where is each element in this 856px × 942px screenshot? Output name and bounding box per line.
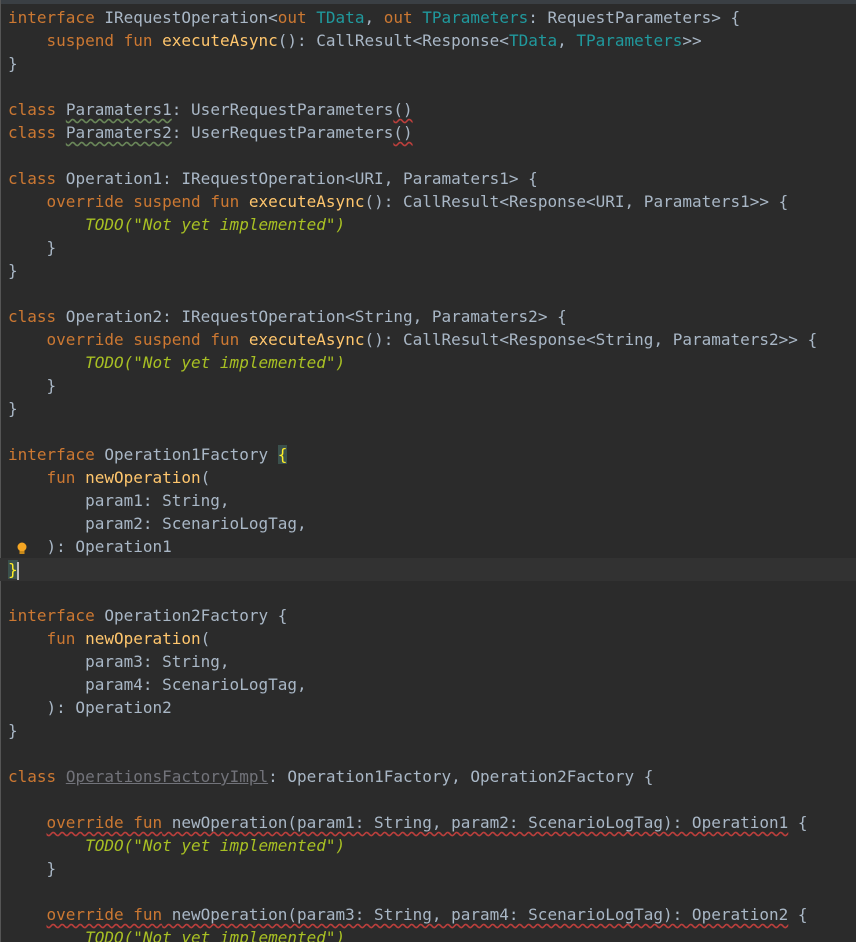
code-line[interactable]: param1: String,: [8, 489, 856, 512]
editor-top-strip: [0, 0, 856, 4]
code-line[interactable]: }: [8, 397, 856, 420]
code-line[interactable]: }: [8, 719, 856, 742]
code-line[interactable]: param2: ScenarioLogTag,: [8, 512, 856, 535]
text-caret: [17, 562, 19, 580]
code-line[interactable]: class Operation1: IRequestOperation<URI,…: [8, 167, 856, 190]
code-line[interactable]: }: [8, 857, 856, 880]
code-editor[interactable]: interface IRequestOperation<out TData, o…: [0, 0, 856, 942]
code-line[interactable]: fun newOperation(: [8, 466, 856, 489]
code-line[interactable]: interface IRequestOperation<out TData, o…: [8, 6, 856, 29]
code-line[interactable]: class OperationsFactoryImpl: Operation1F…: [8, 765, 856, 788]
code-line[interactable]: TODO("Not yet implemented"): [8, 213, 856, 236]
code-line[interactable]: }: [8, 374, 856, 397]
code-line[interactable]: override suspend fun executeAsync(): Cal…: [8, 328, 856, 351]
code-line[interactable]: fun newOperation(: [8, 627, 856, 650]
code-line[interactable]: }: [8, 236, 856, 259]
code-line[interactable]: [8, 282, 856, 305]
gutter-border: [0, 0, 1, 942]
code-line[interactable]: TODO("Not yet implemented"): [8, 834, 856, 857]
code-line[interactable]: suspend fun executeAsync(): CallResult<R…: [8, 29, 856, 52]
code-line[interactable]: override fun newOperation(param1: String…: [8, 811, 856, 834]
code-line[interactable]: ): Operation2: [8, 696, 856, 719]
code-line[interactable]: TODO("Not yet implemented"): [8, 351, 856, 374]
code-line[interactable]: [8, 144, 856, 167]
code-line[interactable]: [8, 581, 856, 604]
code-line[interactable]: }: [8, 259, 856, 282]
code-line[interactable]: override fun newOperation(param3: String…: [8, 903, 856, 926]
code-line[interactable]: TODO("Not yet implemented"): [8, 926, 856, 942]
code-line[interactable]: interface Operation1Factory {: [8, 443, 856, 466]
code-line[interactable]: [8, 742, 856, 765]
code-line[interactable]: param4: ScenarioLogTag,: [8, 673, 856, 696]
code-line[interactable]: [8, 788, 856, 811]
code-line[interactable]: [8, 880, 856, 903]
code-line[interactable]: override suspend fun executeAsync(): Cal…: [8, 190, 856, 213]
code-line[interactable]: }: [8, 52, 856, 75]
code-line[interactable]: }: [0, 558, 856, 581]
lightbulb-icon[interactable]: [16, 541, 28, 555]
code-line[interactable]: interface Operation2Factory {: [8, 604, 856, 627]
code-line[interactable]: class Operation2: IRequestOperation<Stri…: [8, 305, 856, 328]
code-line[interactable]: param3: String,: [8, 650, 856, 673]
code-line[interactable]: [8, 75, 856, 98]
code-line[interactable]: class Paramaters1: UserRequestParameters…: [8, 98, 856, 121]
code-line[interactable]: class Paramaters2: UserRequestParameters…: [8, 121, 856, 144]
code-line[interactable]: [8, 420, 856, 443]
code-line[interactable]: ): Operation1: [8, 535, 856, 558]
